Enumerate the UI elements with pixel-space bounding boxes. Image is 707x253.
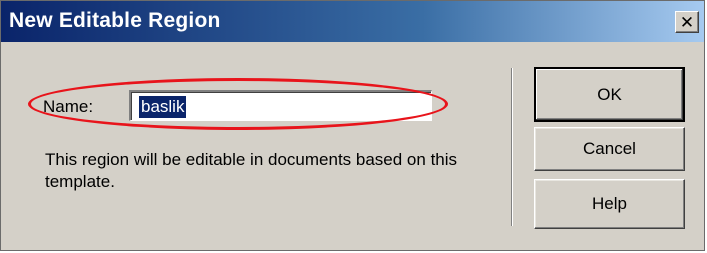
name-input-selected-text[interactable]: baslik xyxy=(139,96,187,118)
name-label: Name: xyxy=(43,97,94,116)
vertical-divider xyxy=(511,68,513,226)
title-bar[interactable]: New Editable Region ✕ xyxy=(1,1,704,42)
dialog-window: New Editable Region ✕ Name: baslik This … xyxy=(0,0,705,251)
name-input[interactable]: baslik xyxy=(129,90,432,121)
dialog-body: Name: baslik This region will be editabl… xyxy=(1,42,704,250)
close-button[interactable]: ✕ xyxy=(675,11,699,33)
ok-button[interactable]: OK xyxy=(534,67,685,122)
close-icon: ✕ xyxy=(679,12,695,32)
cancel-button[interactable]: Cancel xyxy=(534,127,685,171)
description-text: This region will be editable in document… xyxy=(45,150,458,191)
help-button[interactable]: Help xyxy=(534,179,685,229)
dialog-title: New Editable Region xyxy=(9,9,221,32)
